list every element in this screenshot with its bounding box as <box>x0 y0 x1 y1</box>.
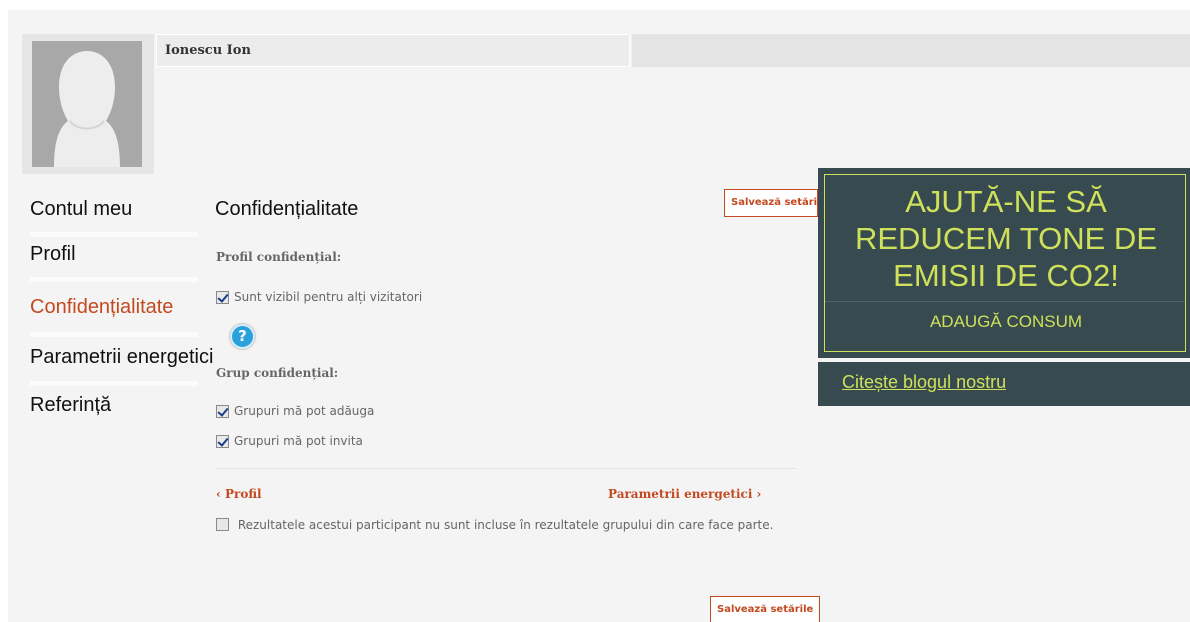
nav-separator <box>30 332 198 337</box>
groups-can-invite-option[interactable]: Grupuri mă pot invita <box>216 434 363 448</box>
blog-bar: Citește blogul nostru <box>818 362 1190 406</box>
groups-can-invite-label: Grupuri mă pot invita <box>234 434 363 448</box>
page-title: Confidențialitate <box>215 198 359 220</box>
add-consumption-button[interactable]: ADAUGĂ CONSUM <box>825 312 1187 332</box>
save-button-top[interactable]: Salvează setările <box>724 189 818 217</box>
next-link-parametrii-energetici[interactable]: Parametrii energetici › <box>608 487 761 501</box>
divider <box>216 468 796 469</box>
header-bar <box>632 34 1190 67</box>
promo-panel: AJUTĂ-NE SĂ REDUCEM TONE DE EMISII DE CO… <box>818 168 1190 358</box>
nav-separator <box>30 381 198 386</box>
nav-separator <box>30 232 198 237</box>
user-name-bar: Ionescu Ion <box>156 34 630 67</box>
promo-title: AJUTĂ-NE SĂ REDUCEM TONE DE EMISII DE CO… <box>854 184 1157 293</box>
groups-can-add-checkbox[interactable] <box>216 404 229 418</box>
nav-item-contul-meu[interactable]: Contul meu <box>30 198 132 221</box>
nav-item-confidentialitate[interactable]: Confidențialitate <box>30 296 173 319</box>
nav-item-parametrii-energetici[interactable]: Parametrii energetici <box>30 346 213 369</box>
promo-separator <box>825 301 1185 302</box>
visible-to-visitors-label: Sunt vizibil pentru alți vizitatori <box>234 290 423 304</box>
prev-link-profil[interactable]: ‹ Profil <box>216 487 262 501</box>
promo-frame: AJUTĂ-NE SĂ REDUCEM TONE DE EMISII DE CO… <box>824 174 1186 352</box>
groups-can-add-option[interactable]: Grupuri mă pot adăuga <box>216 404 374 418</box>
avatar <box>32 41 142 167</box>
blog-link[interactable]: Citește blogul nostru <box>842 372 1006 393</box>
group-privacy-heading: Grup confidențial: <box>216 366 339 380</box>
nav-item-referinta[interactable]: Referință <box>30 394 111 417</box>
exclusion-note-label: Rezultatele acestui participant nu sunt … <box>237 518 774 532</box>
nav-separator <box>30 277 198 282</box>
exclusion-checkbox[interactable] <box>216 518 229 531</box>
visible-to-visitors-checkbox[interactable] <box>216 290 229 304</box>
user-name: Ionescu Ion <box>165 43 251 58</box>
groups-can-invite-checkbox[interactable] <box>216 434 229 448</box>
visible-to-visitors-option[interactable]: Sunt vizibil pentru alți vizitatori <box>216 290 422 304</box>
nav-item-profil[interactable]: Profil <box>30 243 76 266</box>
groups-can-add-label: Grupuri mă pot adăuga <box>234 404 375 418</box>
save-button-bottom[interactable]: Salvează setările <box>710 596 821 622</box>
profile-privacy-heading: Profil confidențial: <box>216 250 342 264</box>
exclusion-note: Rezultatele acestui participant nu sunt … <box>216 515 802 536</box>
question-mark-icon[interactable]: ? <box>230 324 255 349</box>
